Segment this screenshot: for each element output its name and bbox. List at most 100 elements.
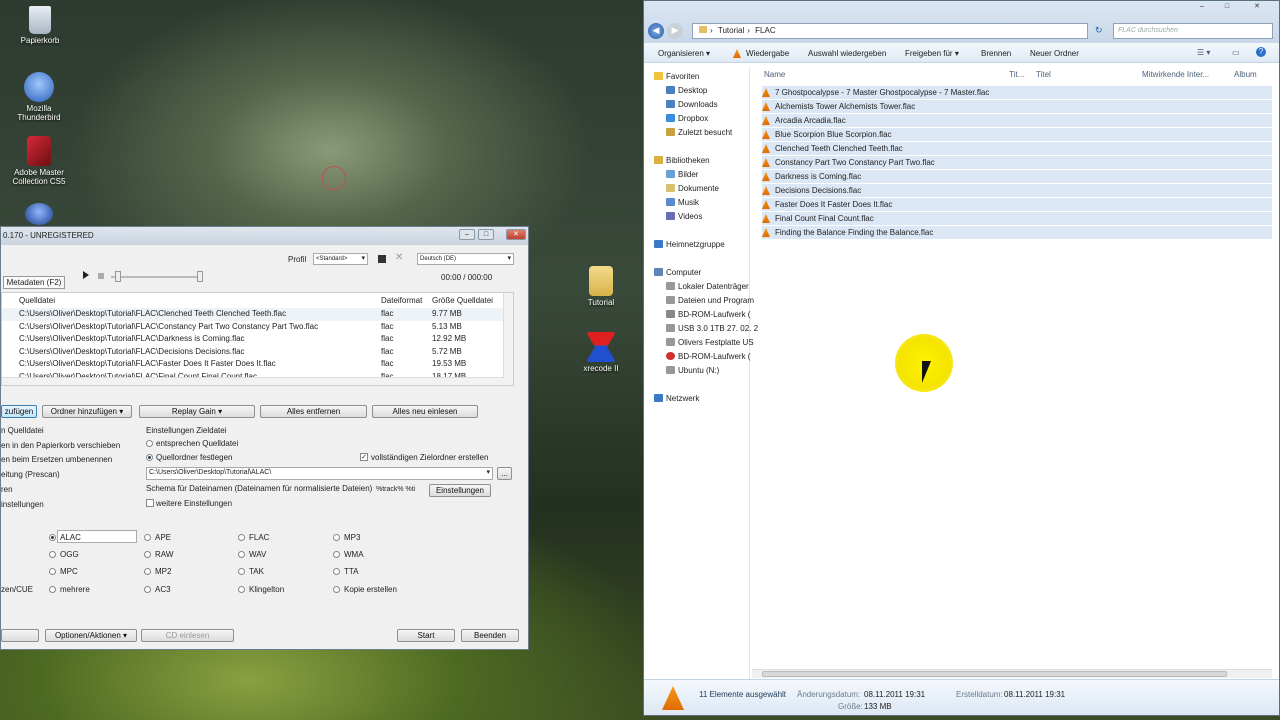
- horizontal-scrollbar[interactable]: [752, 669, 1272, 678]
- schema-settings-button[interactable]: Einstellungen: [429, 484, 491, 497]
- close-button[interactable]: ✕: [506, 229, 526, 240]
- cd-read-button[interactable]: CD einlesen: [141, 629, 234, 642]
- column-header-artists[interactable]: Mitwirkende Inter...: [1142, 70, 1209, 79]
- list-item[interactable]: Finding the Balance Finding the Balance.…: [762, 226, 1272, 239]
- scrollbar-thumb[interactable]: [762, 671, 1227, 677]
- play-selection-button[interactable]: Auswahl wiedergeben: [808, 49, 886, 58]
- add-folder-button[interactable]: Ordner hinzufügen ▾: [42, 405, 132, 418]
- more-settings-checkbox[interactable]: [146, 499, 154, 507]
- minimize-button[interactable]: –: [1194, 2, 1210, 13]
- radio-dest-folder[interactable]: [146, 454, 153, 461]
- column-header-source[interactable]: Quelldatei: [19, 296, 55, 305]
- radio-format-tta[interactable]: [333, 568, 340, 575]
- tree-item-favorites[interactable]: Favoriten: [654, 72, 699, 81]
- tab-metadata[interactable]: Metadaten (F2): [3, 276, 65, 289]
- table-row[interactable]: C:\Users\Oliver\Desktop\Tutorial\FLAC\Cl…: [2, 308, 507, 321]
- tree-item-drive[interactable]: BD-ROM-Laufwerk (: [666, 352, 750, 361]
- list-item[interactable]: Final Count Final Count.flac: [762, 212, 1272, 225]
- radio-format-wma[interactable]: [333, 551, 340, 558]
- breadcrumb-tutorial[interactable]: Tutorial: [718, 26, 744, 35]
- language-select[interactable]: Deutsch (DE): [417, 253, 514, 265]
- desktop-icon-tutorial[interactable]: Tutorial: [566, 266, 636, 307]
- organize-button[interactable]: Organisieren ▾: [658, 49, 710, 58]
- play-button[interactable]: Wiedergabe: [733, 49, 789, 58]
- column-header-size[interactable]: Größe Quelldatei: [432, 296, 493, 305]
- maximize-button[interactable]: □: [478, 229, 494, 240]
- table-row[interactable]: C:\Users\Oliver\Desktop\Tutorial\FLAC\Da…: [2, 333, 507, 346]
- burn-button[interactable]: Brennen: [981, 49, 1011, 58]
- desktop-icon-adobe[interactable]: Adobe Master Collection CS5: [4, 136, 74, 186]
- tree-item-desktop[interactable]: Desktop: [666, 86, 707, 95]
- add-files-button[interactable]: zufügen: [1, 405, 37, 418]
- stop-icon[interactable]: [98, 273, 104, 279]
- minimize-button[interactable]: –: [459, 229, 475, 240]
- volume-thumb[interactable]: [197, 271, 203, 282]
- radio-format-mp2[interactable]: [144, 568, 151, 575]
- radio-format-mpc[interactable]: [49, 568, 56, 575]
- table-row[interactable]: C:\Users\Oliver\Desktop\Tutorial\FLAC\De…: [2, 346, 507, 359]
- refresh-icon[interactable]: ↻: [1095, 25, 1103, 36]
- seek-thumb[interactable]: [115, 271, 121, 282]
- list-item[interactable]: Arcadia Arcadia.flac: [762, 114, 1272, 127]
- tree-item-recent[interactable]: Zuletzt besucht: [666, 128, 732, 137]
- view-options-icon[interactable]: ☰ ▾: [1197, 48, 1210, 57]
- list-item[interactable]: Constancy Part Two Constancy Part Two.fl…: [762, 156, 1272, 169]
- dest-path-input[interactable]: C:\Users\Oliver\Desktop\Tutorial\ALAC\: [146, 467, 493, 480]
- schema-value[interactable]: %track% %ti: [376, 486, 415, 493]
- list-item[interactable]: Alchemists Tower Alchemists Tower.flac: [762, 100, 1272, 113]
- radio-format-tak[interactable]: [238, 568, 245, 575]
- full-folder-checkbox[interactable]: ✓: [360, 453, 368, 461]
- vertical-scrollbar[interactable]: [503, 293, 513, 385]
- browse-button[interactable]: ...: [497, 467, 512, 480]
- table-row[interactable]: C:\Users\Oliver\Desktop\Tutorial\FLAC\Fa…: [2, 358, 507, 371]
- play-icon[interactable]: [83, 271, 89, 279]
- forward-button[interactable]: ▶: [667, 23, 683, 39]
- delete-profile-icon[interactable]: ✕: [395, 252, 403, 263]
- new-folder-button[interactable]: Neuer Ordner: [1030, 49, 1079, 58]
- tree-item-drive[interactable]: Olivers Festplatte US: [666, 338, 754, 347]
- tree-item-music[interactable]: Musik: [666, 198, 699, 207]
- table-row[interactable]: C:\Users\Oliver\Desktop\Tutorial\FLAC\Co…: [2, 321, 507, 334]
- radio-format-ac3[interactable]: [144, 586, 151, 593]
- tree-item-libraries[interactable]: Bibliotheken: [654, 156, 710, 165]
- radio-format-mp3[interactable]: [333, 534, 340, 541]
- list-item[interactable]: Decisions Decisions.flac: [762, 184, 1272, 197]
- tree-item-drive[interactable]: USB 3.0 1TB 27. 02. 2: [666, 324, 758, 333]
- options-actions-button[interactable]: Optionen/Aktionen ▾: [45, 629, 137, 642]
- column-header-title[interactable]: Titel: [1036, 70, 1051, 79]
- radio-format-wav[interactable]: [238, 551, 245, 558]
- tree-item-documents[interactable]: Dokumente: [666, 184, 719, 193]
- desktop-icon-xrecode[interactable]: xrecode II: [566, 332, 636, 373]
- desktop-icon-thunderbird[interactable]: Mozilla Thunderbird: [4, 72, 74, 122]
- column-header-format[interactable]: Dateiformat: [381, 296, 422, 305]
- search-input[interactable]: FLAC durchsuchen: [1113, 23, 1273, 39]
- radio-format-ringtone[interactable]: [238, 586, 245, 593]
- radio-format-multiple[interactable]: [49, 586, 56, 593]
- tree-item-videos[interactable]: Videos: [666, 212, 702, 221]
- start-button[interactable]: Start: [397, 629, 455, 642]
- seek-slider[interactable]: [111, 276, 203, 278]
- list-item[interactable]: Clenched Teeth Clenched Teeth.flac: [762, 142, 1272, 155]
- left-edge-button[interactable]: [1, 629, 39, 642]
- radio-format-ape[interactable]: [144, 534, 151, 541]
- tree-item-computer[interactable]: Computer: [654, 268, 701, 277]
- radio-format-raw[interactable]: [144, 551, 151, 558]
- radio-format-ogg[interactable]: [49, 551, 56, 558]
- help-icon[interactable]: ?: [1256, 47, 1266, 57]
- profile-select[interactable]: <Standard>: [313, 253, 368, 265]
- list-item[interactable]: 7 Ghostpocalypse - 7 Master Ghostpocalyp…: [762, 86, 1272, 99]
- tree-item-pictures[interactable]: Bilder: [666, 170, 698, 179]
- file-list[interactable]: Quelldatei Dateiformat Größe Quelldatei …: [1, 292, 514, 386]
- radio-format-flac[interactable]: [238, 534, 245, 541]
- back-button[interactable]: ◀: [648, 23, 664, 39]
- address-bar[interactable]: › Tutorial › FLAC: [692, 23, 1088, 39]
- desktop-icon-recycle-bin[interactable]: Papierkorb: [5, 6, 75, 45]
- horizontal-scrollbar[interactable]: [2, 377, 505, 385]
- tree-item-drive[interactable]: Ubuntu (N:): [666, 366, 719, 375]
- list-item[interactable]: Blue Scorpion Blue Scorpion.flac: [762, 128, 1272, 141]
- list-item[interactable]: Faster Does It Faster Does It.flac: [762, 198, 1272, 211]
- list-item[interactable]: Darkness is Coming.flac: [762, 170, 1272, 183]
- remove-all-button[interactable]: Alles entfernen: [260, 405, 367, 418]
- radio-format-copy[interactable]: [333, 586, 340, 593]
- desktop-icon-partial[interactable]: [22, 203, 56, 227]
